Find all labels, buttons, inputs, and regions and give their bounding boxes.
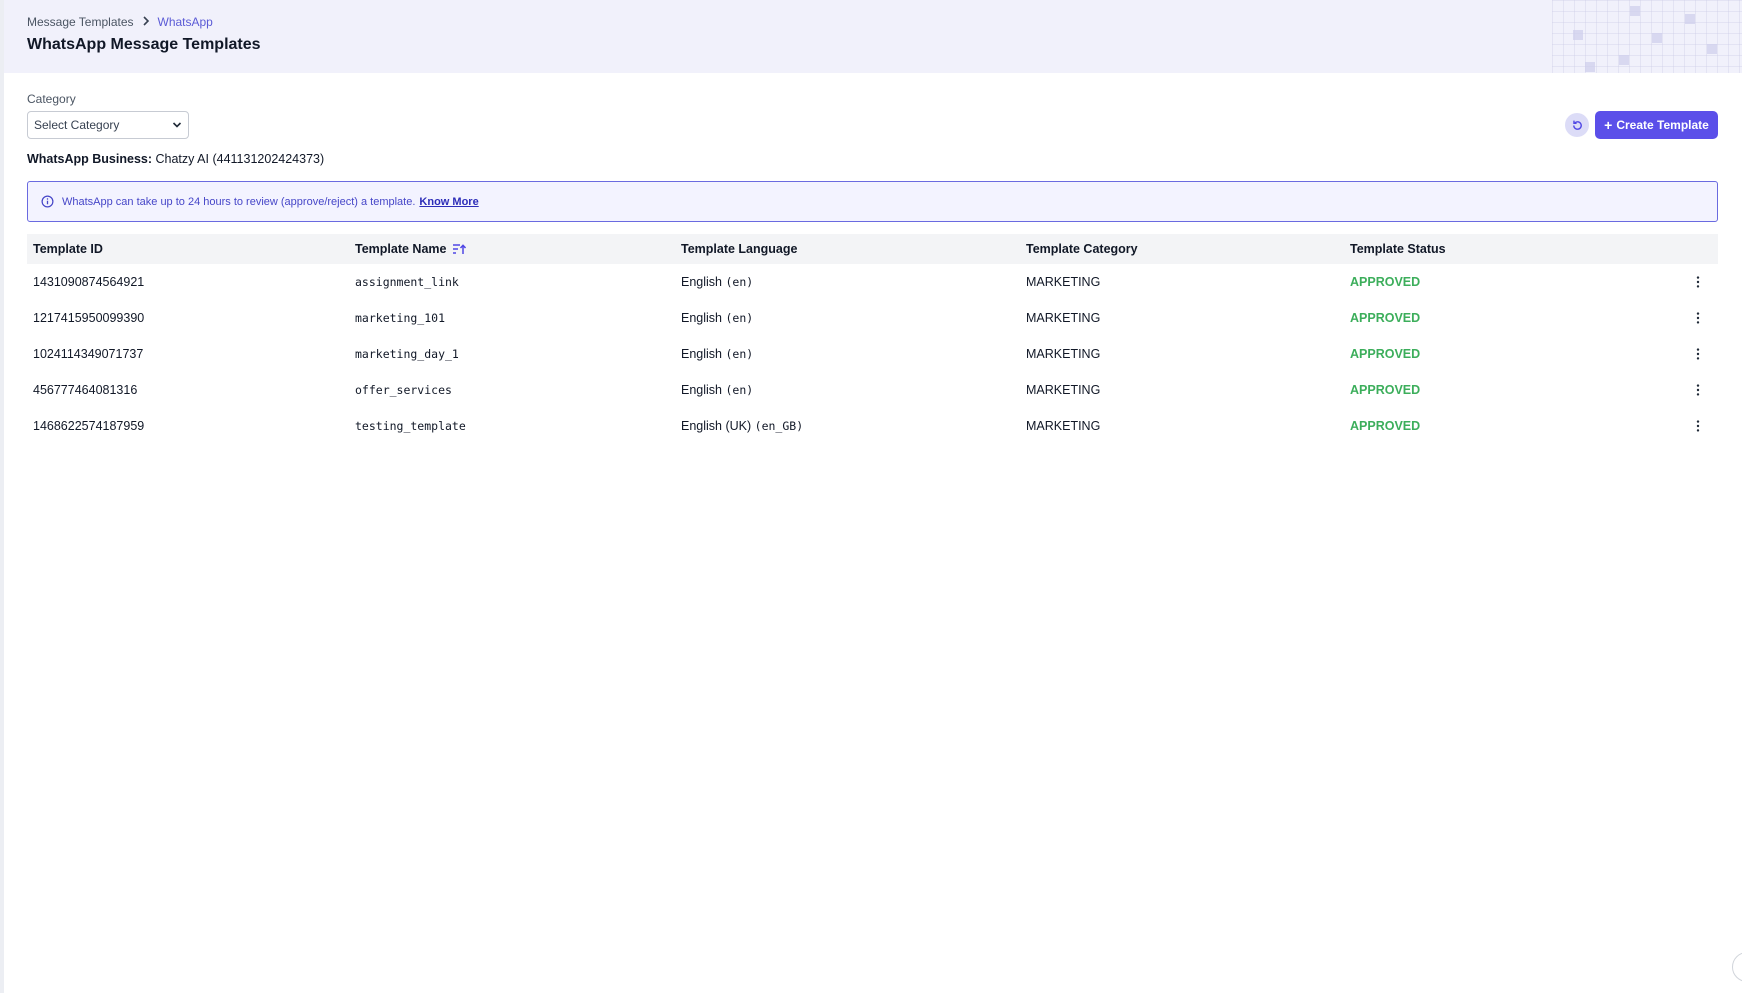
header-template-category[interactable]: Template Category [1020,242,1344,256]
left-rail [0,0,4,993]
template-status-cell: APPROVED [1350,275,1421,289]
create-template-button[interactable]: + Create Template [1595,111,1718,139]
chevron-right-icon [142,14,150,29]
template-id-cell: 456777464081316 [33,383,138,397]
table-header: Template ID Template Name Template Langu… [27,234,1718,264]
row-actions [1678,308,1718,328]
page-header: Message Templates WhatsApp WhatsApp Mess… [4,0,1742,73]
review-notice-banner: WhatsApp can take up to 24 hours to revi… [27,181,1718,222]
template-language-cell: English (en) [675,275,1020,289]
template-status-cell: APPROVED [1350,311,1421,325]
language-code: (en) [725,311,754,325]
category-label: Category [27,92,76,106]
row-actions [1678,344,1718,364]
language-label: English [681,275,722,289]
template-category-cell: MARKETING [1026,275,1101,289]
language-label: English [681,383,722,397]
whatsapp-business-info: WhatsApp Business: Chatzy AI (4411312024… [27,152,324,166]
chevron-down-icon [166,121,188,129]
business-value: Chatzy AI (441131202424373) [155,152,325,166]
template-id-cell: 1468622574187959 [33,419,145,433]
template-name-cell: testing_template [355,419,466,433]
table-row[interactable]: 1217415950099390 marketing_101 English (… [27,300,1718,336]
notice-text: WhatsApp can take up to 24 hours to revi… [62,195,416,208]
language-label: English [681,311,722,325]
header-template-name[interactable]: Template Name [349,242,675,256]
category-select[interactable]: Select Category [27,111,189,139]
row-actions [1678,416,1718,436]
refresh-icon [1571,119,1584,132]
template-id-cell: 1024114349071737 [33,347,144,361]
header-template-name-label: Template Name [355,242,447,256]
template-name-cell: assignment_link [355,275,459,289]
business-label: WhatsApp Business: [27,152,153,166]
header-template-status[interactable]: Template Status [1344,242,1678,256]
more-vertical-icon[interactable] [1690,344,1706,364]
template-language-cell: English (UK) (en_GB) [675,419,1020,433]
plus-icon: + [1604,117,1613,133]
table-row[interactable]: 1431090874564921 assignment_link English… [27,264,1718,300]
page-title: WhatsApp Message Templates [27,36,261,53]
template-name-cell: marketing_101 [355,311,446,325]
header-template-language[interactable]: Template Language [675,242,1020,256]
template-language-cell: English (en) [675,311,1020,325]
more-vertical-icon[interactable] [1690,308,1706,328]
more-vertical-icon[interactable] [1690,416,1706,436]
language-label: English (UK) [681,419,752,433]
category-select-value: Select Category [34,118,120,132]
help-widget-button[interactable] [1732,952,1742,982]
template-name-cell: offer_services [355,383,452,397]
sort-ascending-icon[interactable] [452,243,467,255]
row-actions [1678,380,1718,400]
breadcrumb-message-templates[interactable]: Message Templates [27,15,134,29]
template-status-cell: APPROVED [1350,347,1421,361]
language-code: (en) [725,383,754,397]
more-vertical-icon[interactable] [1690,380,1706,400]
template-id-cell: 1217415950099390 [33,311,145,325]
refresh-button[interactable] [1565,113,1589,137]
breadcrumb: Message Templates WhatsApp [27,14,213,29]
table-row[interactable]: 456777464081316 offer_services English (… [27,372,1718,408]
info-icon [41,195,54,208]
know-more-link[interactable]: Know More [419,196,478,208]
more-vertical-icon[interactable] [1690,272,1706,292]
template-id-cell: 1431090874564921 [33,275,145,289]
template-name-cell: marketing_day_1 [355,347,459,361]
header-decoration [1552,0,1742,73]
template-category-cell: MARKETING [1026,347,1101,361]
language-label: English [681,347,722,361]
template-category-cell: MARKETING [1026,383,1101,397]
template-category-cell: MARKETING [1026,311,1101,325]
language-code: (en) [725,275,754,289]
row-actions [1678,272,1718,292]
language-code: (en) [725,347,754,361]
language-code: (en_GB) [754,419,804,433]
table-row[interactable]: 1024114349071737 marketing_day_1 English… [27,336,1718,372]
template-status-cell: APPROVED [1350,383,1421,397]
table-row[interactable]: 1468622574187959 testing_template Englis… [27,408,1718,444]
template-category-cell: MARKETING [1026,419,1101,433]
templates-table: Template ID Template Name Template Langu… [27,234,1718,444]
create-template-label: Create Template [1616,118,1709,132]
template-language-cell: English (en) [675,383,1020,397]
template-status-cell: APPROVED [1350,419,1421,433]
header-template-id[interactable]: Template ID [27,242,349,256]
template-language-cell: English (en) [675,347,1020,361]
breadcrumb-whatsapp[interactable]: WhatsApp [158,15,213,29]
